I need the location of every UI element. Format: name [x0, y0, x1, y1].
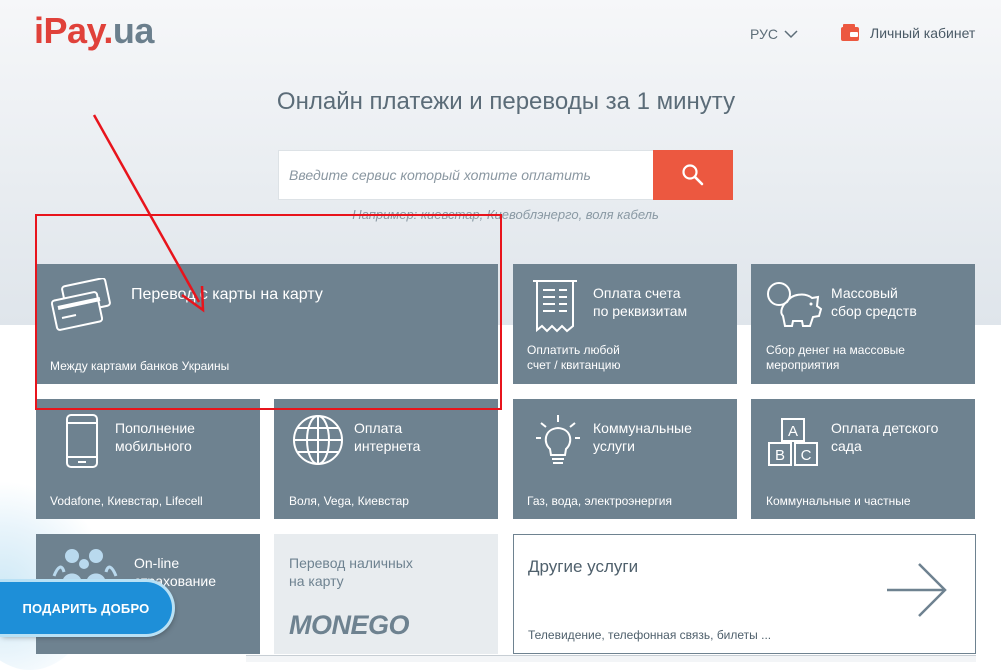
tile-internet-payment[interactable]: Оплата интернета Воля, Vega, Киевстар — [274, 399, 498, 519]
globe-icon — [293, 415, 343, 465]
smartphone-icon — [66, 414, 98, 468]
tile-title-line2: услуги — [593, 438, 635, 454]
logo-text-ipay: iPay — [34, 10, 104, 51]
search-button[interactable] — [653, 150, 733, 200]
tile-title-line1: Оплата счета — [593, 285, 681, 301]
tile-other-services[interactable]: Другие услуги Телевидение, телефонная св… — [513, 534, 976, 654]
tile-subtitle: Коммунальные и частные — [766, 494, 911, 508]
tile-title-line2: на карту — [289, 573, 344, 589]
tile-title-line2: мобильного — [115, 438, 192, 454]
tile-subtitle-line1: Оплатить любой — [527, 343, 620, 357]
tile-title-line2: сада — [831, 438, 862, 454]
svg-text:A: A — [788, 423, 798, 440]
abc-blocks-icon: A B C — [768, 418, 818, 466]
tile-subtitle: Газ, вода, электроэнергия — [527, 494, 672, 508]
cabinet-label: Личный кабинет — [870, 25, 976, 41]
tile-utilities[interactable]: Коммунальные услуги Газ, вода, электроэн… — [513, 399, 737, 519]
tile-monego-transfer[interactable]: Перевод наличных на карту MONEGO — [274, 534, 498, 654]
search-input[interactable] — [278, 150, 653, 200]
tile-title-line2: по реквизитам — [593, 303, 688, 319]
logo-dot: . — [103, 10, 113, 51]
tile-subtitle-line1: Сбор денег на массовые — [766, 343, 905, 357]
tile-title-line2: интернета — [354, 438, 421, 454]
tile-invoice-payment[interactable]: Оплата счета по реквизитам Оплатить любо… — [513, 264, 737, 384]
tile-title-line1: Коммунальные — [593, 420, 692, 436]
search-example: Например: киевстар, Киевоблэнерго, воля … — [352, 207, 659, 222]
tile-subtitle: Воля, Vega, Киевстар — [289, 494, 409, 508]
search-icon — [682, 164, 704, 186]
svg-text:C: C — [801, 447, 812, 464]
svg-text:B: B — [775, 447, 785, 464]
tile-title: Перевод с карты на карту — [131, 286, 323, 303]
tile-subtitle: Телевидение, телефонная связь, билеты ..… — [528, 628, 772, 642]
family-icon — [52, 549, 118, 584]
tile-title-line1: Перевод наличных — [289, 555, 413, 571]
logo-text-ua: ua — [112, 10, 155, 51]
tile-kindergarten[interactable]: A B C Оплата детского сада Коммунальные … — [751, 399, 975, 519]
site-logo[interactable]: iPay.ua — [34, 10, 154, 52]
tile-title-line1: On-line — [134, 555, 180, 571]
language-selector[interactable]: РУС — [750, 26, 798, 42]
light-bulb-icon — [536, 415, 580, 464]
page-headline: Онлайн платежи и переводы за 1 минуту — [276, 88, 736, 115]
tile-title-line1: Оплата — [354, 420, 403, 436]
tile-subtitle-line2: мероприятия — [766, 358, 840, 372]
tile-title: Другие услуги — [528, 557, 639, 576]
tile-subtitle-line2: счет / квитанцию — [527, 358, 621, 372]
tile-card-transfer[interactable]: Перевод с карты на карту Между картами б… — [36, 264, 498, 384]
language-label: РУС — [750, 26, 779, 42]
tile-title-line1: Оплата детского — [831, 420, 939, 436]
tile-mobile-topup[interactable]: Пополнение мобильного Vodafone, Киевстар… — [36, 399, 260, 519]
gift-good-button[interactable]: ПОДАРИТЬ ДОБРО — [0, 582, 172, 634]
tile-subtitle: Между картами банков Украины — [50, 359, 230, 373]
chevron-down-icon — [784, 29, 798, 38]
tile-title-line2: сбор средств — [831, 303, 917, 319]
tile-title-line1: Массовый — [831, 285, 898, 301]
piggy-bank-icon — [767, 282, 823, 327]
wallet-icon — [841, 24, 859, 41]
tile-subtitle: Vodafone, Киевстар, Lifecell — [50, 494, 203, 508]
arrow-right-icon — [887, 563, 947, 617]
receipt-icon — [533, 280, 577, 333]
credit-cards-icon — [50, 278, 111, 331]
monego-logo: MONEGO — [289, 610, 410, 640]
personal-cabinet-link[interactable]: Личный кабинет — [840, 24, 975, 42]
tile-title-line1: Пополнение — [115, 420, 195, 436]
tile-mass-collection[interactable]: Массовый сбор средств Сбор денег на масс… — [751, 264, 975, 384]
search-bar — [278, 150, 733, 200]
